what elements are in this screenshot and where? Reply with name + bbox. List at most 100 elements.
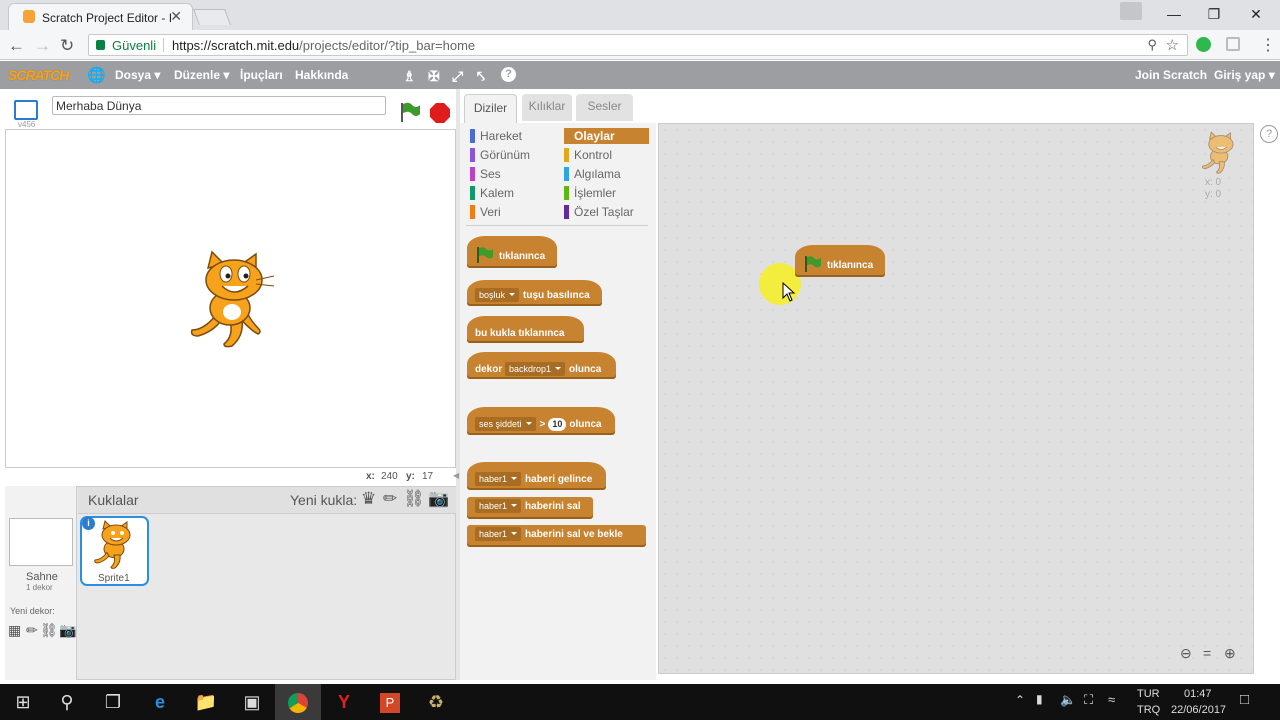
scratch-logo[interactable]: SCRATCH — [8, 67, 69, 83]
powerpoint-icon[interactable]: P — [367, 684, 413, 720]
key-icon[interactable]: ⚲ — [1147, 37, 1157, 53]
browser-tab[interactable]: Scratch Project Editor - Im ✕ — [8, 3, 193, 30]
back-icon[interactable]: ← — [8, 36, 25, 56]
category-operators[interactable]: İşlemler — [564, 185, 616, 201]
cat-sprite-on-stage[interactable] — [186, 250, 278, 350]
category-looks[interactable]: Görünüm — [470, 147, 530, 163]
search-icon[interactable]: ⚲ — [44, 684, 90, 720]
join-scratch-link[interactable]: Join Scratch — [1135, 68, 1207, 82]
block-broadcast[interactable]: haber1 haberini sal — [467, 497, 593, 519]
fullscreen-icon[interactable] — [14, 100, 38, 120]
help-icon[interactable]: ? — [501, 67, 516, 82]
paint-sprite-icon[interactable]: ✏ — [383, 489, 397, 509]
block-when-backdrop-switches[interactable]: dekor backdrop1 olunca — [467, 352, 616, 379]
category-control[interactable]: Kontrol — [564, 147, 612, 163]
upload-sprite-icon[interactable]: ⛓ — [403, 489, 425, 509]
zoom-reset-icon[interactable]: = — [1203, 645, 1211, 661]
scripts-area[interactable] — [658, 123, 1254, 674]
backdrop-dropdown[interactable]: backdrop1 — [505, 362, 566, 376]
windows-start-icon[interactable]: ⊞ — [0, 684, 46, 720]
grow-tool-icon[interactable]: ⤢ — [452, 68, 463, 85]
tray-chevron-icon[interactable]: ⌃ — [1015, 693, 1025, 707]
sprite-library-icon[interactable]: ♛ — [361, 489, 376, 509]
notifications-icon[interactable]: □ — [1240, 691, 1249, 708]
paint-backdrop-icon[interactable]: ✏ — [26, 622, 38, 639]
category-sound[interactable]: Ses — [470, 166, 501, 182]
forward-icon[interactable]: → — [34, 36, 51, 56]
block-when-key-pressed[interactable]: boşluk tuşu basılınca — [467, 280, 602, 306]
block-when-loudness[interactable]: ses şiddeti >10 olunca — [467, 407, 615, 435]
new-tab-button[interactable] — [193, 9, 231, 25]
keyboard-layout-indicator[interactable]: TRQ — [1137, 704, 1160, 716]
stage-thumbnail[interactable] — [9, 518, 73, 566]
url-input[interactable]: Güvenli https://scratch.mit.edu/projects… — [88, 34, 1188, 56]
loudness-dropdown[interactable]: ses şiddeti — [475, 417, 536, 431]
help-tips-icon[interactable]: ? — [1260, 125, 1278, 143]
delete-tool-icon[interactable]: ✠ — [428, 68, 440, 85]
message-dropdown[interactable]: haber1 — [475, 527, 522, 541]
zoom-out-icon[interactable]: ⊖ — [1180, 645, 1192, 662]
extension-check-icon[interactable] — [1196, 37, 1211, 52]
tab-sounds[interactable]: Sesler — [576, 94, 633, 121]
tab-close-icon[interactable]: ✕ — [170, 8, 182, 25]
menu-edit[interactable]: Düzenle ▾ — [174, 68, 229, 82]
sprite1-thumbnail[interactable]: i Sprite1 — [80, 516, 149, 586]
category-data[interactable]: Veri — [470, 204, 501, 220]
message-dropdown[interactable]: haber1 — [475, 499, 522, 513]
upload-backdrop-icon[interactable]: ⛓ — [40, 622, 58, 639]
block-when-sprite-clicked[interactable]: bu kukla tıklanınca — [467, 316, 584, 343]
category-more-blocks[interactable]: Özel Taşlar — [564, 204, 634, 220]
wifi-icon[interactable]: ≈ — [1108, 692, 1115, 707]
yandex-icon[interactable]: Y — [321, 684, 367, 720]
shrink-tool-icon[interactable]: ⤣ — [477, 68, 485, 85]
battery-icon[interactable]: ▮ — [1036, 692, 1043, 706]
edge-icon[interactable]: e — [137, 684, 183, 720]
extension-icon[interactable] — [1226, 37, 1240, 51]
category-events[interactable]: Olaylar — [564, 128, 649, 144]
network-icon[interactable]: ⛶ — [1084, 692, 1093, 708]
block-when-flag-clicked[interactable]: tıklanınca — [467, 236, 557, 268]
tab-scripts[interactable]: Diziler — [464, 94, 517, 123]
collapse-stage-icon[interactable]: ◀ — [453, 471, 459, 480]
file-explorer-icon[interactable]: 📁 — [183, 684, 229, 720]
duplicate-tool-icon[interactable]: ♗ — [403, 68, 416, 85]
user-profile-icon[interactable] — [1120, 2, 1142, 20]
key-dropdown[interactable]: boşluk — [475, 288, 520, 302]
language-globe-icon[interactable]: 🌐 — [87, 66, 106, 84]
menu-about[interactable]: Hakkında — [295, 68, 348, 82]
clock-date[interactable]: 22/06/2017 — [1171, 704, 1226, 716]
category-pen[interactable]: Kalem — [470, 185, 514, 201]
menu-file[interactable]: Dosya ▾ — [115, 68, 160, 82]
sign-in-link[interactable]: Giriş yap ▾ — [1214, 68, 1275, 82]
minimize-icon[interactable]: — — [1152, 0, 1196, 28]
stop-sign-icon[interactable] — [429, 102, 451, 124]
tab-costumes[interactable]: Kılıklar — [522, 94, 572, 121]
zoom-in-icon[interactable]: ⊕ — [1224, 645, 1236, 662]
script-when-flag-clicked[interactable]: tıklanınca — [795, 245, 885, 277]
camera-sprite-icon[interactable]: 📷 — [428, 489, 449, 509]
green-flag-icon[interactable] — [398, 101, 422, 123]
store-icon[interactable]: ▣ — [229, 684, 275, 720]
block-when-i-receive[interactable]: haber1 haberi gelince — [467, 462, 606, 490]
backdrop-library-icon[interactable]: ▦ — [8, 622, 21, 639]
clock-time[interactable]: 01:47 — [1184, 688, 1212, 700]
app-taskbar-icon[interactable]: ♻ — [413, 684, 459, 720]
stage-canvas[interactable] — [5, 129, 456, 468]
volume-icon[interactable]: 🔈 — [1060, 692, 1076, 708]
camera-backdrop-icon[interactable]: 📷 — [59, 622, 76, 639]
language-indicator[interactable]: TUR — [1137, 688, 1160, 700]
message-dropdown[interactable]: haber1 — [475, 472, 522, 486]
loudness-number-input[interactable]: 10 — [548, 418, 567, 431]
project-title-input[interactable]: Merhaba Dünya — [52, 96, 386, 115]
category-sensing[interactable]: Algılama — [564, 166, 621, 182]
block-broadcast-and-wait[interactable]: haber1 haberini sal ve bekle — [467, 525, 646, 547]
restore-icon[interactable]: ❐ — [1192, 0, 1236, 28]
chrome-taskbar-icon[interactable] — [275, 684, 321, 720]
reload-icon[interactable]: ↻ — [60, 36, 74, 56]
close-window-icon[interactable]: ✕ — [1234, 0, 1278, 28]
category-motion[interactable]: Hareket — [470, 128, 522, 144]
chrome-menu-icon[interactable]: ⋮ — [1260, 35, 1276, 55]
task-view-icon[interactable]: ❐ — [90, 684, 136, 720]
bookmark-star-icon[interactable]: ☆ — [1166, 36, 1179, 54]
menu-tips[interactable]: İpuçları — [240, 68, 283, 82]
